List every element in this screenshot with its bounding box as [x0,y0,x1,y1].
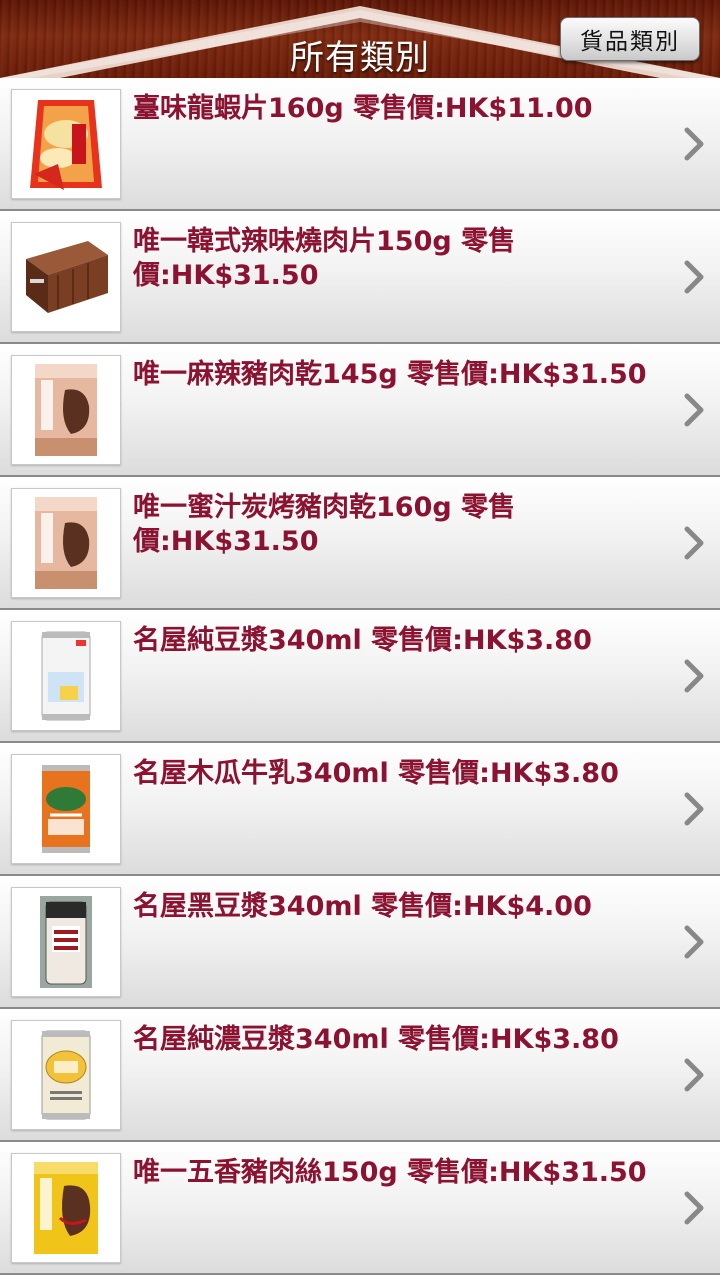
product-row[interactable]: 唯一麻辣豬肉乾145g 零售價:HK$31.50 [0,344,720,477]
rich-soy-milk-can-image [11,1020,121,1130]
product-list: 臺味龍蝦片160g 零售價:HK$11.00 唯一韓式辣味燒肉片150g 零售價… [0,78,720,1275]
black-soybean-can-image [11,887,121,997]
shipping-container-box-image [11,222,121,332]
product-name: 名屋純濃豆漿340ml 零售價:HK$3.80 [133,1024,619,1055]
product-row[interactable]: 名屋木瓜牛乳340ml 零售價:HK$3.80 [0,743,720,876]
product-name: 唯一韓式辣味燒肉片150g 零售價:HK$31.50 [133,226,516,291]
product-name: 名屋純豆漿340ml 零售價:HK$3.80 [133,625,592,656]
product-row[interactable]: 臺味龍蝦片160g 零售價:HK$11.00 [0,78,720,211]
chevron-right-icon [684,526,704,560]
chevron-right-icon [684,1058,704,1092]
chevron-right-icon [684,792,704,826]
papaya-milk-can-image [11,754,121,864]
header-bar: 所有類別 貨品類別 [0,0,720,78]
product-name: 唯一蜜汁炭烤豬肉乾160g 零售價:HK$31.50 [133,492,516,557]
chevron-right-icon [684,1191,704,1225]
product-name: 名屋黑豆漿340ml 零售價:HK$4.00 [133,891,592,922]
product-row[interactable]: 名屋純豆漿340ml 零售價:HK$3.80 [0,610,720,743]
product-name: 唯一麻辣豬肉乾145g 零售價:HK$31.50 [133,359,647,390]
product-row[interactable]: 唯一五香豬肉絲150g 零售價:HK$31.50 [0,1142,720,1275]
category-button[interactable]: 貨品類別 [560,17,700,61]
soy-milk-can-image [11,621,121,731]
prawn-cracker-bag-image [11,89,121,199]
chevron-right-icon [684,393,704,427]
product-name: 名屋木瓜牛乳340ml 零售價:HK$3.80 [133,758,619,789]
shredded-pork-package-image [11,1153,121,1263]
product-name: 臺味龍蝦片160g 零售價:HK$11.00 [133,93,593,124]
chevron-right-icon [684,659,704,693]
jerky-package-image [11,488,121,598]
product-row[interactable]: 名屋黑豆漿340ml 零售價:HK$4.00 [0,876,720,1009]
chevron-right-icon [684,260,704,294]
jerky-package-image [11,355,121,465]
chevron-right-icon [684,925,704,959]
chevron-right-icon [684,127,704,161]
product-row[interactable]: 名屋純濃豆漿340ml 零售價:HK$3.80 [0,1009,720,1142]
product-name: 唯一五香豬肉絲150g 零售價:HK$31.50 [133,1157,647,1188]
product-row[interactable]: 唯一蜜汁炭烤豬肉乾160g 零售價:HK$31.50 [0,477,720,610]
product-row[interactable]: 唯一韓式辣味燒肉片150g 零售價:HK$31.50 [0,211,720,344]
